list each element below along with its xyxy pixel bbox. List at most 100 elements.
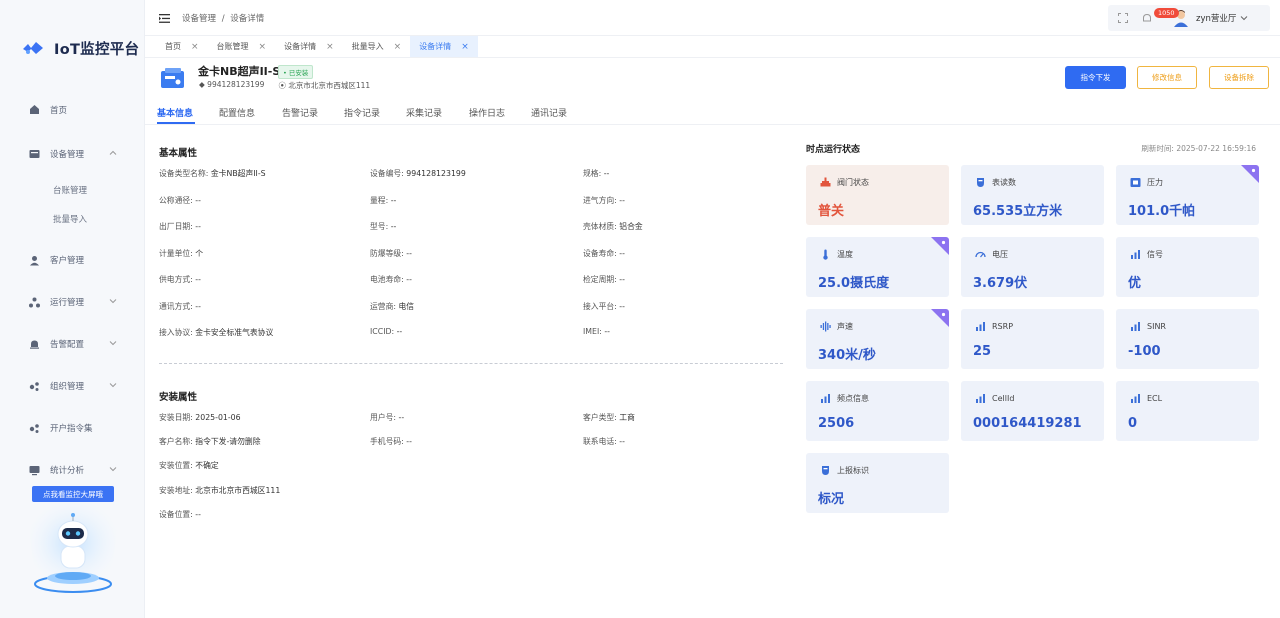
dashboard-promo[interactable]: 点我看监控大屏哦 (20, 478, 126, 603)
close-icon[interactable]: × (394, 42, 402, 52)
property-value: -- (603, 169, 610, 178)
notification-bell-icon[interactable] (1142, 13, 1152, 24)
close-icon[interactable]: × (326, 42, 334, 52)
app-logo[interactable]: IoT监控平台 (22, 36, 139, 60)
sidebar-item-customers[interactable]: 客户管理 (0, 239, 145, 281)
status-card-label-text: 表读数 (992, 178, 1016, 187)
sidebar-item-label: 首页 (50, 105, 68, 116)
breadcrumb-item[interactable]: 设备管理 (182, 14, 216, 24)
command-dispatch-button[interactable]: 指令下发 (1065, 66, 1126, 89)
property-label: 供电方式: (159, 275, 196, 284)
tab-home[interactable]: 首页 × (156, 36, 208, 57)
property-value: -- (619, 195, 625, 205)
sidebar-item-label: 客户管理 (50, 256, 85, 266)
status-card-label-text: 阀门状态 (837, 178, 869, 187)
status-panel-title: 时点运行状态 (806, 145, 861, 155)
status-card-value: 000164419281 (973, 416, 1082, 431)
sidebar-item-label: 运行管理 (50, 298, 85, 308)
tab-alarm-records[interactable]: 告警记录 (282, 106, 318, 119)
tab-command-records[interactable]: 指令记录 (344, 106, 380, 119)
property-value: -- (406, 248, 412, 258)
property-value: -- (406, 275, 412, 284)
tab-operation-log[interactable]: 操作日志 (469, 106, 505, 119)
sidebar-item-operations[interactable]: 运行管理 (0, 281, 145, 323)
sidebar-subitem-ledger[interactable]: 台账管理 (0, 175, 145, 204)
status-card: 上报标识标况 (806, 453, 949, 513)
sidebar-item-org-management[interactable]: 组织管理 (0, 365, 145, 407)
status-card: SINR -100 (1116, 309, 1259, 369)
status-card: 信号优 (1116, 237, 1259, 297)
remove-device-button[interactable]: 设备拆除 (1209, 66, 1269, 89)
tab-device-detail[interactable]: 设备详情 × (275, 36, 343, 57)
promo-button[interactable]: 点我看监控大屏哦 (32, 486, 114, 502)
pressure-icon (1130, 177, 1141, 188)
tab-basic-info[interactable]: 基本信息 (157, 106, 193, 119)
property-field: 进气方向: -- (583, 195, 625, 206)
property-value: -- (619, 437, 625, 447)
property-value: 994128123199 (406, 169, 466, 178)
fullscreen-icon[interactable] (1118, 13, 1128, 23)
refresh-time: 刷新时间: 2025-07-22 16:59:16 (1141, 144, 1256, 153)
status-card-label-text: 上报标识 (837, 466, 869, 475)
sidebar-item-label: 组织管理 (50, 382, 85, 392)
chevron-down-icon[interactable] (1240, 14, 1248, 22)
gauge-icon (975, 249, 986, 260)
property-field: 计量单位: 个 (159, 248, 203, 259)
tab-communication-records[interactable]: 通讯记录 (531, 106, 567, 119)
tag-icon: ◆ (199, 80, 205, 89)
signal-icon (975, 393, 986, 404)
device-header: 金卡NB超声II-S • 已安装 ◆ 994128123199 ⦿ 北京市北京市… (145, 58, 1280, 100)
device-meter-icon (161, 68, 184, 88)
tab-batch-import[interactable]: 批量导入 × (343, 36, 411, 57)
status-card-label: 温度 (820, 249, 853, 260)
property-label: 出厂日期: (159, 222, 196, 231)
sidebar-item-label: 设备管理 (50, 150, 85, 160)
org-icon (28, 380, 40, 392)
property-field: 安装日期: 2025-01-06 (159, 412, 241, 423)
active-tab-indicator (157, 122, 195, 124)
property-label: ICCID: (370, 327, 397, 336)
property-field: 公称通径: -- (159, 195, 201, 206)
property-value: 电信 (398, 301, 415, 311)
property-field: 接入协议: 金卡安全标准气表协议 (159, 327, 273, 338)
user-name[interactable]: zyn营业厅 (1196, 12, 1236, 24)
property-value: -- (390, 195, 397, 205)
sidebar-subitem-batch-import[interactable]: 批量导入 (0, 204, 145, 233)
tab-config-info[interactable]: 配置信息 (219, 106, 255, 119)
close-icon[interactable]: × (259, 42, 267, 52)
close-icon[interactable]: × (191, 42, 199, 52)
status-card-value: 3.679伏 (973, 276, 1028, 291)
sidebar-item-label: 统计分析 (50, 466, 85, 476)
property-field: 设备类型名称: 金卡NB超声II-S (159, 168, 266, 179)
status-card-label-text: 频点信息 (837, 394, 869, 403)
sidebar-item-home[interactable]: 首页 (0, 92, 145, 127)
location-pin-icon: ⦿ (278, 81, 286, 90)
sidebar-item-label: 开户指令集 (50, 424, 93, 434)
signal-icon (975, 321, 986, 332)
property-field: IMEI: -- (583, 327, 610, 336)
property-label: 设备类型名称: (159, 169, 211, 178)
sidebar-item-alarm-config[interactable]: 告警配置 (0, 323, 145, 365)
status-card-value: -100 (1128, 344, 1161, 359)
status-card-label: 阀门状态 (820, 177, 869, 188)
tab-collection-records[interactable]: 采集记录 (406, 106, 442, 119)
property-value: 工商 (619, 413, 635, 422)
status-card-value: 标况 (818, 492, 845, 507)
status-card-label: 电压 (975, 249, 1008, 260)
tab-device-detail-active[interactable]: 设备详情 × (410, 36, 478, 57)
property-field: 安装地址: 北京市北京市西城区111 (159, 485, 280, 496)
tab-label: 台账管理 (216, 42, 249, 51)
tab-ledger[interactable]: 台账管理 × (208, 36, 276, 57)
status-card-value: 优 (1128, 276, 1142, 291)
close-icon[interactable]: × (461, 42, 469, 52)
property-field: 通讯方式: -- (159, 301, 201, 312)
meter-icon (820, 465, 831, 476)
property-value: -- (396, 327, 403, 336)
property-value: -- (604, 327, 610, 336)
property-field: 安装位置: 不确定 (159, 460, 219, 471)
menu-collapse-icon[interactable] (159, 13, 170, 23)
property-label: 接入协议: (159, 328, 196, 337)
sidebar-item-device-management[interactable]: 设备管理 (0, 133, 145, 175)
sidebar-item-account-commands[interactable]: 开户指令集 (0, 407, 145, 449)
edit-info-button[interactable]: 修改信息 (1137, 66, 1197, 89)
